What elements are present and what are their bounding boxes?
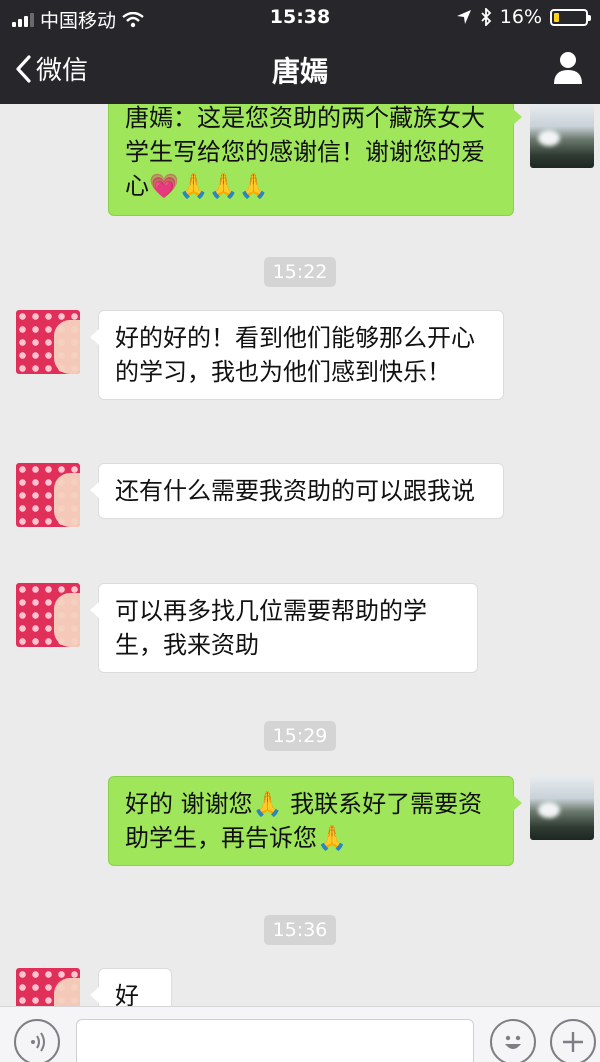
timestamp: 15:36 — [0, 915, 600, 945]
voice-button[interactable] — [14, 1019, 60, 1062]
contact-avatar[interactable] — [16, 463, 80, 527]
location-icon — [456, 10, 471, 24]
my-avatar[interactable] — [530, 776, 594, 840]
input-bar — [0, 1006, 600, 1062]
message-outgoing[interactable]: 唐嫣：这是您资助的两个藏族女大学生写给您的感谢信！谢谢您的爱心💗🙏🙏🙏 — [108, 104, 522, 216]
message-input[interactable] — [76, 1019, 474, 1062]
timestamp: 15:29 — [0, 721, 600, 751]
contact-avatar[interactable] — [16, 583, 80, 647]
more-button[interactable] — [550, 1019, 596, 1062]
emoji-button[interactable] — [490, 1019, 536, 1062]
chat-info-button[interactable] — [550, 48, 586, 88]
message-incoming[interactable]: 好 — [90, 968, 172, 1006]
timestamp: 15:22 — [0, 257, 600, 287]
contact-avatar[interactable] — [16, 310, 80, 374]
header: 中国移动 15:38 16% 微信 唐嫣 — [0, 0, 600, 104]
battery-percent: 16% — [499, 6, 542, 28]
message-incoming[interactable]: 还有什么需要我资助的可以跟我说 — [90, 463, 504, 519]
my-avatar[interactable] — [530, 104, 594, 168]
chat-area[interactable]: 唐嫣：这是您资助的两个藏族女大学生写给您的感谢信！谢谢您的爱心💗🙏🙏🙏 15:2… — [0, 104, 600, 1006]
voice-icon — [31, 1032, 45, 1052]
chat-title: 唐嫣 — [271, 55, 328, 88]
message-incoming[interactable]: 好的好的！看到他们能够那么开心的学习，我也为他们感到快乐！ — [90, 310, 504, 400]
person-icon — [554, 52, 582, 84]
nav-bar: 微信 唐嫣 — [0, 40, 600, 100]
contact-avatar[interactable] — [16, 968, 80, 1006]
bluetooth-icon — [481, 8, 492, 26]
emoji-icon — [505, 1035, 521, 1049]
status-bar: 中国移动 15:38 16% — [0, 0, 600, 34]
battery-icon — [550, 8, 591, 26]
plus-icon — [563, 1032, 583, 1052]
message-outgoing[interactable]: 好的 谢谢您🙏 我联系好了需要资助学生，再告诉您🙏 — [108, 776, 522, 866]
message-incoming[interactable]: 可以再多找几位需要帮助的学生，我来资助 — [90, 583, 478, 673]
